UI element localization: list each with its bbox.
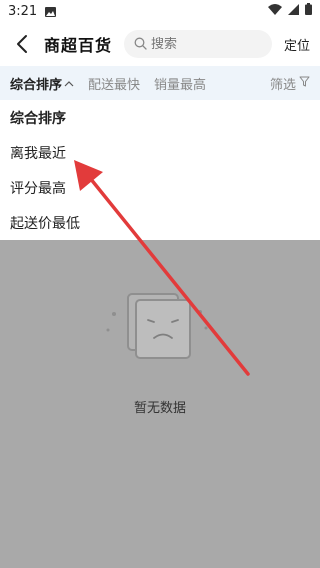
page-title: 商超百货 <box>44 36 113 55</box>
tab-label: 综合排序 <box>10 77 63 93</box>
funnel-icon <box>299 76 310 91</box>
sort-bar: 综合排序 配送最快 销量最高 筛选 <box>0 66 320 100</box>
tab-fastest-delivery[interactable]: 配送最快 <box>88 74 140 93</box>
search-icon <box>134 35 147 54</box>
wifi-icon <box>268 3 282 19</box>
signal-icon <box>288 3 299 19</box>
search-input[interactable] <box>151 36 252 52</box>
status-icons <box>268 3 312 19</box>
back-arrow-icon[interactable] <box>8 30 36 58</box>
tab-top-sales[interactable]: 销量最高 <box>154 74 206 93</box>
tab-label: 销量最高 <box>154 77 207 93</box>
locate-button[interactable]: 定位 <box>284 35 310 54</box>
sort-dropdown: 综合排序 离我最近 评分最高 起送价最低 <box>0 100 320 240</box>
empty-box-illustration-icon <box>104 284 214 364</box>
sort-option-top-rated[interactable]: 评分最高 <box>0 170 320 205</box>
filter-label: 筛选 <box>269 77 296 93</box>
status-bar: 3:21 <box>0 0 320 22</box>
sort-option-comprehensive[interactable]: 综合排序 <box>0 100 320 135</box>
status-time: 3:21 <box>8 3 38 19</box>
sort-option-lowest-min-order[interactable]: 起送价最低 <box>0 205 320 240</box>
chevron-up-icon <box>64 76 74 91</box>
search-box[interactable] <box>124 30 273 58</box>
gallery-notification-icon <box>45 6 57 17</box>
battery-icon <box>305 3 312 19</box>
dim-overlay[interactable]: 暂无数据 <box>0 240 320 568</box>
tab-comprehensive-sort[interactable]: 综合排序 <box>10 74 74 93</box>
tab-label: 配送最快 <box>88 77 141 93</box>
nav-bar: 商超百货 定位 <box>0 26 320 62</box>
filter-button[interactable]: 筛选 <box>270 74 310 93</box>
sort-option-nearest[interactable]: 离我最近 <box>0 135 320 170</box>
empty-state-message: 暂无数据 <box>133 401 186 416</box>
